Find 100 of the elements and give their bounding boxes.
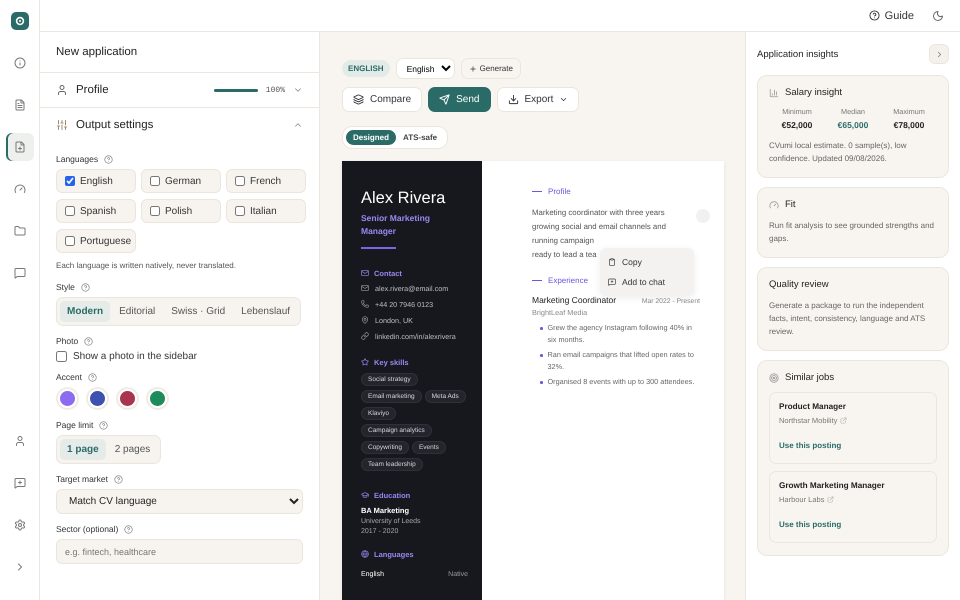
phone-icon — [361, 300, 369, 308]
checkbox[interactable] — [65, 206, 75, 216]
document-plus-icon — [14, 141, 26, 153]
resume-name: Alex Rivera — [361, 189, 446, 208]
style-option[interactable]: Lebenslauf — [234, 301, 298, 322]
checkbox[interactable] — [65, 236, 75, 246]
accent-swatch[interactable] — [146, 387, 169, 410]
section-heading: Experience — [548, 276, 588, 285]
card-text: CVumi local estimate. 0 sample(s), low confidence. Updated 09/08/2026. — [769, 140, 908, 165]
field-label: Target market — [56, 474, 108, 484]
card-title: Fit — [785, 199, 796, 210]
bullet-dot — [540, 381, 542, 384]
guide-button[interactable]: Guide — [866, 8, 916, 24]
heading-dash — [532, 190, 542, 192]
mail-icon — [361, 269, 369, 277]
view-option[interactable]: Designed — [346, 130, 396, 145]
style-option[interactable]: Editorial — [112, 301, 162, 322]
accent-rule — [361, 246, 396, 248]
gauge-icon — [769, 200, 779, 210]
language-select[interactable]: English — [396, 58, 455, 79]
checkbox[interactable] — [150, 176, 160, 186]
field-label: Sector (optional) — [56, 524, 118, 534]
page-limit-option[interactable]: 1 page — [60, 439, 106, 460]
moon-icon — [932, 10, 944, 22]
accent-swatch[interactable] — [56, 387, 79, 410]
field-label: Page limit — [56, 420, 94, 430]
mail-icon — [361, 284, 369, 292]
job-title: Marketing Coordinator — [532, 295, 616, 305]
help-icon — [868, 10, 880, 21]
generate-button[interactable]: Generate — [460, 58, 521, 79]
language-option[interactable]: English — [56, 169, 136, 193]
accent-swatch[interactable] — [116, 387, 139, 410]
field-label: Photo — [56, 336, 78, 346]
resume-job-title: Senior Marketing Manager — [361, 212, 431, 238]
compare-button[interactable]: Compare — [342, 87, 422, 112]
language-option[interactable]: German — [141, 169, 221, 193]
target-market-select[interactable]: Match CV language — [56, 489, 303, 514]
checkbox[interactable] — [150, 206, 160, 216]
use-posting-link[interactable]: Use this posting — [779, 520, 842, 529]
external-link-icon — [827, 496, 834, 503]
field-label: Style — [56, 282, 75, 292]
photo-option[interactable]: Show a photo in the sidebar — [56, 351, 303, 362]
card-text: Generate a package to run the independent facts, intent, consistency, language and ATS review. — [769, 300, 926, 338]
checkbox[interactable] — [235, 176, 245, 186]
user-icon — [56, 84, 68, 96]
globe-icon — [361, 550, 369, 558]
link-icon — [361, 332, 369, 340]
section-heading: Profile — [548, 187, 571, 196]
folder-icon — [14, 225, 26, 237]
help-icon — [80, 282, 90, 292]
document-icon — [14, 99, 26, 111]
stat-value: €52,000 — [780, 120, 814, 130]
checkbox[interactable] — [65, 176, 75, 186]
checkbox[interactable] — [235, 206, 245, 216]
language-badge: ENGLISH — [342, 60, 390, 77]
card-title: Quality review — [769, 279, 829, 290]
menu-item[interactable]: Add to chat — [600, 272, 694, 292]
send-button[interactable]: Send — [428, 87, 490, 112]
gauge-icon — [14, 183, 26, 195]
chevron-down-icon — [559, 95, 568, 104]
style-option[interactable]: Modern — [60, 301, 110, 322]
language-option[interactable]: Italian — [226, 199, 306, 223]
help-icon — [104, 154, 114, 164]
bullet-dot — [540, 354, 542, 356]
location-pin-icon — [361, 316, 369, 324]
help-icon — [88, 372, 97, 382]
bar-chart-icon — [769, 88, 779, 98]
language-option[interactable]: Portuguese — [56, 229, 136, 253]
export-button[interactable]: Export — [496, 87, 580, 112]
chat-plus-icon — [14, 477, 26, 489]
stat-value: €65,000 — [836, 120, 870, 130]
logo-icon — [10, 12, 28, 30]
bullet-dot — [540, 327, 542, 330]
section-title: Profile — [76, 84, 110, 96]
use-posting-link[interactable]: Use this posting — [779, 441, 842, 450]
stat-value: €78,000 — [892, 120, 926, 130]
chat-plus-icon — [608, 278, 616, 286]
job-title: Growth Marketing Manager — [779, 481, 886, 490]
language-option[interactable]: Spanish — [56, 199, 136, 223]
rail-button[interactable] — [6, 133, 34, 161]
style-option[interactable]: Swiss · Grid — [164, 301, 232, 322]
settings-icon — [14, 519, 26, 531]
language-option[interactable]: Polish — [141, 199, 221, 223]
sector-field[interactable]: e.g. fintech, healthcare — [56, 539, 303, 564]
info-icon — [14, 57, 26, 69]
view-option[interactable]: ATS-safe — [396, 130, 444, 145]
language-option[interactable]: French — [226, 169, 306, 193]
card-title: Similar jobs — [785, 372, 834, 383]
star-icon — [361, 358, 369, 366]
job-title: Product Manager — [779, 402, 847, 411]
accent-swatch[interactable] — [86, 387, 109, 410]
hint-text: Each language is written natively, never translated. — [56, 261, 237, 270]
plus-icon — [468, 64, 477, 72]
help-icon — [114, 474, 123, 484]
heading-dash — [532, 280, 542, 282]
menu-item[interactable]: Copy — [600, 252, 694, 272]
page-limit-option[interactable]: 2 pages — [108, 439, 158, 460]
checkbox[interactable] — [56, 351, 67, 362]
panel-title: Application insights — [757, 48, 838, 60]
progress-reading: 100% — [266, 86, 285, 94]
